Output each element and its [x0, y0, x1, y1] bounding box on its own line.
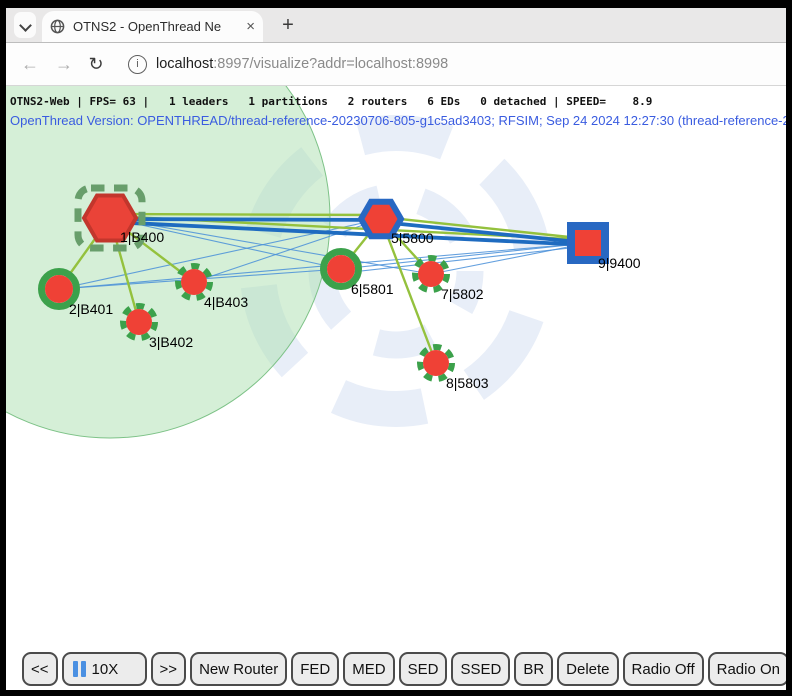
toolbar-button-ssed[interactable]: SSED — [451, 652, 510, 686]
reload-icon[interactable]: ↻ — [86, 54, 106, 75]
url-host: localhost — [156, 56, 213, 72]
tab-strip: OTNS2 - OpenThread Ne × + — [6, 8, 786, 43]
toolbar-button-sed[interactable]: SED — [399, 652, 448, 686]
pause-icon — [73, 661, 86, 677]
toolbar-button-br[interactable]: BR — [514, 652, 553, 686]
node-label: 7|5802 — [441, 286, 484, 302]
toolbar-button-label: Delete — [566, 661, 609, 678]
toolbar-button-label: SSED — [460, 661, 501, 678]
link-6-9 — [341, 243, 588, 269]
node-label: 9|9400 — [598, 255, 641, 271]
toolbar-button-label: FED — [300, 661, 330, 678]
url-bar: ← → ↻ i localhost:8997/visualize?addr=lo… — [6, 43, 786, 86]
tab-otns2[interactable]: OTNS2 - OpenThread Ne × — [42, 11, 263, 42]
toolbar-button-step-forward[interactable]: >> — [151, 652, 187, 686]
toolbar-button-label: 10X — [92, 661, 119, 678]
simulation-canvas[interactable]: OTNS2-Web | FPS= 63 | 1 leaders 1 partit… — [6, 86, 786, 648]
toolbar-button-label: Radio Off — [632, 661, 695, 678]
toolbar-button-label: << — [31, 661, 49, 678]
link-1-5 — [110, 219, 381, 220]
back-icon[interactable]: ← — [20, 54, 40, 75]
version-line: OpenThread Version: OPENTHREAD/thread-re… — [10, 113, 786, 128]
link-1-5 — [110, 214, 381, 215]
node-label: 6|5801 — [351, 281, 394, 297]
toolbar-button-new-router[interactable]: New Router — [190, 652, 287, 686]
site-info-icon[interactable]: i — [128, 55, 147, 74]
address-field[interactable]: localhost:8997/visualize?addr=localhost:… — [156, 56, 448, 72]
toolbar-button-speed[interactable]: 10X — [62, 652, 147, 686]
toolbar-button-label: BR — [523, 661, 544, 678]
toolbar-button-step-back[interactable]: << — [22, 652, 58, 686]
tab-search-button[interactable] — [14, 12, 36, 38]
browser-window: OTNS2 - OpenThread Ne × + ← → ↻ i localh… — [6, 8, 786, 690]
new-tab-button[interactable]: + — [276, 13, 300, 37]
node-label: 1|B400 — [120, 229, 164, 245]
tab-close-icon[interactable]: × — [246, 19, 255, 34]
tab-title: OTNS2 - OpenThread Ne — [73, 19, 231, 34]
globe-icon — [50, 19, 65, 34]
url-rest: :8997/visualize?addr=localhost:8998 — [213, 56, 448, 72]
link-7-9 — [431, 243, 588, 274]
toolbar-button-label: Radio On — [717, 661, 780, 678]
bottom-toolbar: << 10X >> New Router FED MED SED SSED BR Delete Ra… — [6, 648, 786, 690]
node-label: 2|B401 — [69, 301, 113, 317]
node-label: 8|5803 — [446, 375, 489, 391]
toolbar-button-label: SED — [408, 661, 439, 678]
chevron-down-icon — [19, 19, 32, 32]
node-9-9400[interactable]: 9|9400 — [571, 226, 641, 271]
node-label: 4|B403 — [204, 294, 248, 310]
toolbar-button-fed[interactable]: FED — [291, 652, 339, 686]
status-line: OTNS2-Web | FPS= 63 | 1 leaders 1 partit… — [10, 95, 652, 108]
toolbar-button-label: >> — [160, 661, 178, 678]
toolbar-button-label: New Router — [199, 661, 278, 678]
toolbar-button-radio-on[interactable]: Radio On — [708, 652, 786, 686]
toolbar-button-radio-off[interactable]: Radio Off — [623, 652, 704, 686]
node-label: 3|B402 — [149, 334, 193, 350]
node-label: 5|5800 — [391, 230, 434, 246]
forward-icon[interactable]: → — [54, 54, 74, 75]
toolbar-button-label: MED — [352, 661, 385, 678]
network-svg[interactable]: 1|B400 2|B401 3|B402 4|B403 5|5800 6|5801 7|58… — [6, 86, 786, 648]
toolbar-button-delete[interactable]: Delete — [557, 652, 618, 686]
toolbar-button-med[interactable]: MED — [343, 652, 394, 686]
